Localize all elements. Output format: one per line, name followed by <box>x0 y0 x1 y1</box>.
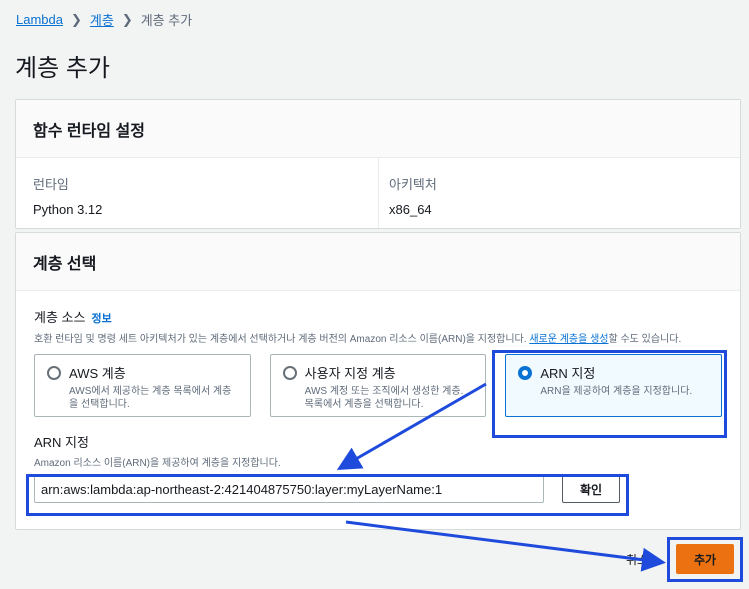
chevron-right-icon: ❯ <box>121 11 133 27</box>
option-specify-arn[interactable]: ARN 지정 ARN을 제공하여 계층을 지정합니다. <box>505 354 723 417</box>
arn-input[interactable] <box>34 475 544 503</box>
architecture-value: x86_64 <box>389 202 432 217</box>
page-title: 계층 추가 <box>15 55 110 82</box>
radio-specify-arn[interactable] <box>518 365 533 380</box>
breadcrumb-current: 계층 추가 <box>140 13 193 28</box>
option-custom-layers-label: 사용자 지정 계층 <box>304 366 396 381</box>
cancel-button[interactable]: 취소 <box>626 551 648 568</box>
runtime-field: 런타임 Python 3.12 <box>16 158 378 228</box>
option-custom-layers-desc: AWS 계정 또는 조직에서 생성한 계층. 목록에서 계층을 선택합니다. <box>304 386 464 410</box>
arn-field-label: ARN 지정 <box>34 435 89 450</box>
info-link[interactable]: 정보 <box>91 310 111 326</box>
layer-select-header: 계층 선택 <box>16 233 740 291</box>
add-button[interactable]: 추가 <box>676 544 734 574</box>
option-specify-arn-desc: ARN을 제공하여 계층을 지정합니다. <box>540 386 693 397</box>
breadcrumb-lambda[interactable]: Lambda <box>16 12 63 27</box>
radio-aws-layers[interactable] <box>47 365 61 380</box>
architecture-label: 아키텍처 <box>389 177 437 192</box>
radio-custom-layers[interactable] <box>282 365 297 380</box>
layer-source-options: AWS 계층 AWS에서 제공하는 계층 목록에서 계층을 선택합니다. 사용자… <box>34 354 723 417</box>
option-aws-layers[interactable]: AWS 계층 AWS에서 제공하는 계층 목록에서 계층을 선택합니다. <box>34 354 251 417</box>
layer-source-description: 호환 런타임 및 명령 세트 아키텍처가 있는 계층에서 선택하거나 계층 버전… <box>34 334 682 345</box>
confirm-button[interactable]: 확인 <box>562 475 620 503</box>
breadcrumb-layers[interactable]: 계층 <box>90 10 114 29</box>
runtime-value: Python 3.12 <box>33 202 103 217</box>
option-aws-layers-label: AWS 계층 <box>69 366 126 381</box>
layer-source-label: 계층 소스 <box>34 310 86 325</box>
architecture-field: 아키텍처 x86_64 <box>378 158 740 228</box>
option-custom-layers[interactable]: 사용자 지정 계층 AWS 계정 또는 조직에서 생성한 계층. 목록에서 계층… <box>269 354 487 417</box>
option-aws-layers-desc: AWS에서 제공하는 계층 목록에서 계층을 선택합니다. <box>69 386 232 410</box>
runtime-label: 런타임 <box>33 177 69 192</box>
breadcrumb: Lambda ❯ 계층 ❯ 계층 추가 <box>16 10 192 29</box>
runtime-settings-panel: 함수 런타임 설정 런타임 Python 3.12 아키텍처 x86_64 <box>15 99 741 229</box>
chevron-right-icon: ❯ <box>70 11 82 27</box>
create-layer-link[interactable]: 새로운 계층을 생성 <box>529 334 608 345</box>
runtime-settings-header: 함수 런타임 설정 <box>16 100 740 158</box>
arn-field-description: Amazon 리소스 이름(ARN)을 제공하여 계층을 지정합니다. <box>34 458 281 469</box>
layer-select-panel: 계층 선택 계층 소스 정보 호환 런타임 및 명령 세트 아키텍처가 있는 계… <box>15 232 741 530</box>
option-specify-arn-label: ARN 지정 <box>540 366 596 381</box>
